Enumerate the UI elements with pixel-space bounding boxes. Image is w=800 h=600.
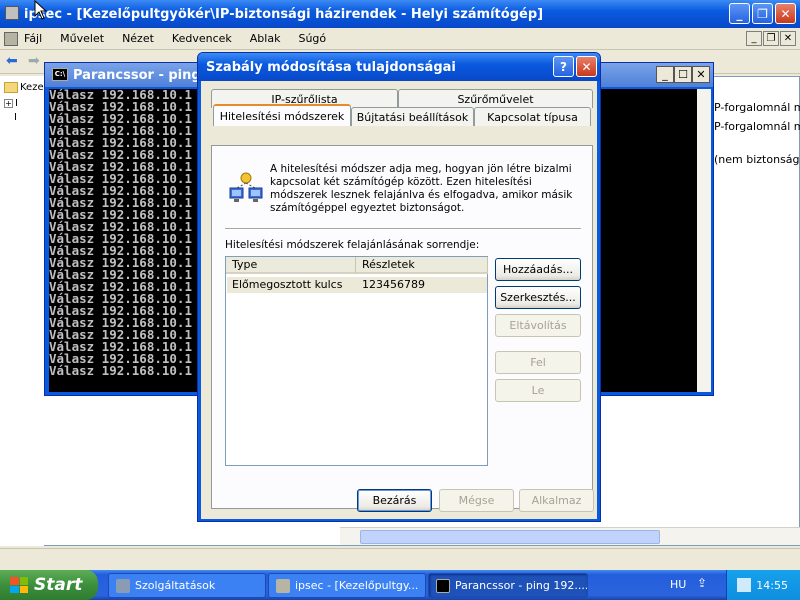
column-header-type[interactable]: Type xyxy=(226,257,356,274)
cmd-maximize-button[interactable]: ☐ xyxy=(674,66,692,83)
cmd-close-button[interactable]: ✕ xyxy=(692,66,710,83)
separator xyxy=(225,228,581,230)
gear-icon xyxy=(116,579,130,593)
tab-panel: A hitelesítési módszer adja meg, hogyan … xyxy=(211,145,593,509)
mdi-minimize-button[interactable]: _ xyxy=(746,31,762,46)
tree-item-root[interactable]: Keze xyxy=(4,82,44,93)
tree-item-2[interactable]: I xyxy=(14,112,17,123)
add-button[interactable]: Hozzáadás... xyxy=(495,258,581,281)
properties-dialog: Szabály módosítása tulajdonságai ? ✕ IP-… xyxy=(197,52,601,522)
cmd-output-lines: Válasz 192.168.10.1 Válasz 192.168.10.1 Vá… xyxy=(49,89,192,377)
mmc-titlebar[interactable]: ipsec - [Kezelőpultgyökér\IP-biztonsági … xyxy=(0,0,800,28)
mmc-menubar: Fájl Művelet Nézet Kedvencek Ablak Súgó … xyxy=(0,28,800,50)
tree-pane: Keze + I I xyxy=(0,76,44,546)
menu-help[interactable]: Súgó xyxy=(298,32,326,45)
row-type: Előmegosztott kulcs xyxy=(232,278,343,291)
tab-tunnel-settings[interactable]: Bújtatási beállítások xyxy=(351,107,474,126)
column-header-details[interactable]: Részletek xyxy=(356,257,488,274)
mmc-title: ipsec - [Kezelőpultgyökér\IP-biztonsági … xyxy=(24,6,544,22)
system-tray: 14:55 xyxy=(726,570,800,600)
mmc-icon xyxy=(276,579,290,593)
close-button[interactable]: Bezárás xyxy=(357,489,432,512)
clock[interactable]: 14:55 xyxy=(756,579,788,592)
windows-logo-icon xyxy=(10,577,28,593)
mmc-minimize-button[interactable]: _ xyxy=(729,3,750,24)
mmc-statusbar xyxy=(0,548,800,568)
menu-view[interactable]: Nézet xyxy=(122,32,154,45)
network-icon[interactable] xyxy=(737,578,751,592)
cmd-icon: C:\ xyxy=(52,68,68,81)
task-cmd[interactable]: Parancssor - ping 192.... xyxy=(428,573,588,598)
right-pane-text: P-forgalomnál min xyxy=(714,120,800,133)
mouse-cursor-icon xyxy=(34,0,48,20)
cmd-minimize-button[interactable]: _ xyxy=(656,66,674,83)
cmd-icon xyxy=(436,579,450,593)
task-ipsec[interactable]: ipsec - [Kezelőpultgy... xyxy=(268,573,426,598)
scrollbar-thumb[interactable] xyxy=(360,530,660,544)
cmd-scrollbar[interactable] xyxy=(697,89,711,392)
mdi-close-button[interactable]: ✕ xyxy=(780,31,796,46)
task-services[interactable]: Szolgáltatások xyxy=(108,573,266,598)
tree-item-1[interactable]: + I xyxy=(4,98,18,109)
mmc-maximize-button[interactable]: ❐ xyxy=(752,3,773,24)
menu-window[interactable]: Ablak xyxy=(250,32,281,45)
right-pane-text: P-forgalomnál min xyxy=(714,101,800,114)
cmd-line: Válasz 192.168.10.1 xyxy=(49,363,192,378)
cmd-title: Parancssor - ping 1 xyxy=(73,67,215,83)
list-label: Hitelesítési módszerek felajánlásának so… xyxy=(225,239,480,251)
right-pane-text: (nem biztonságos xyxy=(714,153,800,166)
mmc-menu-icon[interactable] xyxy=(4,31,18,46)
expand-icon[interactable]: + xyxy=(4,99,13,108)
dialog-titlebar[interactable]: Szabály módosítása tulajdonságai xyxy=(198,53,600,81)
table-row[interactable]: Előmegosztott kulcs 123456789 xyxy=(227,277,487,293)
remove-button[interactable]: Eltávolítás xyxy=(495,314,581,337)
mmc-close-button[interactable]: ✕ xyxy=(775,3,796,24)
auth-description: A hitelesítési módszer adja meg, hogyan … xyxy=(270,163,573,214)
network-computers-icon xyxy=(229,172,263,202)
menu-action[interactable]: Művelet xyxy=(60,32,104,45)
move-up-button[interactable]: Fel xyxy=(495,351,581,374)
forward-arrow-icon[interactable]: ➡ xyxy=(28,53,40,69)
cancel-button[interactable]: Mégse xyxy=(439,489,514,512)
language-bar-icon[interactable]: ⇪ xyxy=(697,576,707,590)
auth-methods-list[interactable]: Type Részletek Előmegosztott kulcs 12345… xyxy=(225,256,488,466)
language-indicator[interactable]: HU xyxy=(670,578,686,591)
mmc-app-icon xyxy=(5,6,19,20)
menu-file[interactable]: Fájl xyxy=(24,32,42,45)
help-button[interactable]: ? xyxy=(553,56,574,77)
dialog-body: IP-szűrőlista Szűrőművelet Hitelesítési … xyxy=(201,81,597,519)
back-arrow-icon[interactable]: ⬅ xyxy=(6,53,18,69)
row-details: 123456789 xyxy=(362,278,425,291)
folder-icon xyxy=(4,82,18,93)
horizontal-scrollbar[interactable] xyxy=(340,527,800,545)
menu-favorites[interactable]: Kedvencek xyxy=(172,32,232,45)
edit-button[interactable]: Szerkesztés... xyxy=(495,286,581,309)
tab-connection-type[interactable]: Kapcsolat típusa xyxy=(474,107,591,126)
tab-authentication-methods[interactable]: Hitelesítési módszerek xyxy=(213,104,351,126)
move-down-button[interactable]: Le xyxy=(495,379,581,402)
apply-button[interactable]: Alkalmaz xyxy=(519,489,594,512)
start-button[interactable]: Start xyxy=(0,570,98,600)
tab-filter-action[interactable]: Szűrőművelet xyxy=(398,89,593,108)
dialog-title: Szabály módosítása tulajdonságai xyxy=(206,59,456,75)
dialog-close-button[interactable]: ✕ xyxy=(576,56,597,77)
mdi-restore-button[interactable]: ❐ xyxy=(763,31,779,46)
